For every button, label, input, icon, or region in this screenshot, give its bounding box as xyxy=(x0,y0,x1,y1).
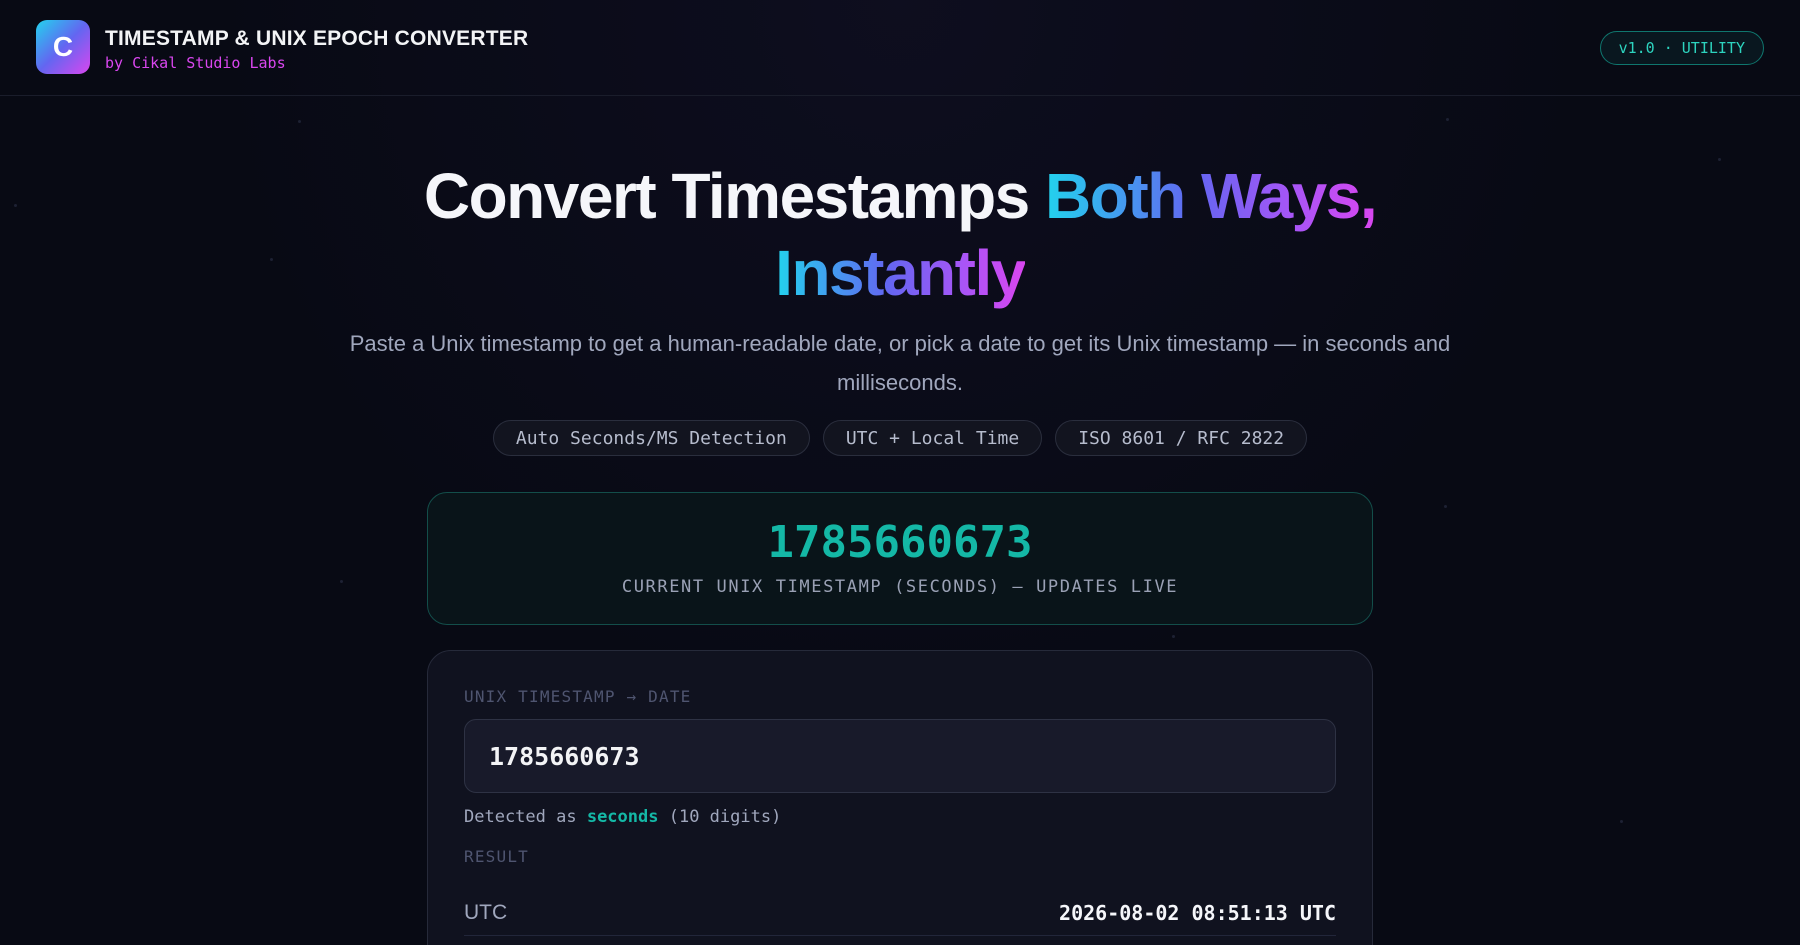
chip-utc-local: UTC + Local Time xyxy=(822,420,1043,456)
background-star xyxy=(298,120,301,123)
background-star xyxy=(1172,635,1175,638)
detected-unit: seconds xyxy=(586,807,659,827)
detection-info: Detected as seconds (10 digits) xyxy=(464,807,781,827)
feature-chips: Auto Seconds/MS Detection UTC + Local Ti… xyxy=(0,420,1800,456)
hero-title-part1: Convert Timestamps xyxy=(423,160,1046,232)
detected-suffix: (10 digits) xyxy=(658,807,782,827)
result-row-utc: UTC 2026-08-02 08:51:13 UTC xyxy=(464,895,1336,936)
app-title: TIMESTAMP & UNIX EPOCH CONVERTER xyxy=(105,27,529,50)
logo-letter: C xyxy=(52,31,74,62)
background-star xyxy=(1446,118,1449,121)
version-badge: v1.0 · UTILITY xyxy=(1599,31,1764,65)
detected-prefix: Detected as xyxy=(464,807,587,827)
background-star xyxy=(340,580,343,583)
timestamp-input[interactable] xyxy=(464,719,1336,793)
background-star xyxy=(1444,505,1447,508)
app-header: C TIMESTAMP & UNIX EPOCH CONVERTER by Ci… xyxy=(0,0,1800,96)
live-timestamp-caption: CURRENT UNIX TIMESTAMP (SECONDS) — UPDAT… xyxy=(621,577,1179,597)
live-timestamp-value: 1785660673 xyxy=(767,517,1033,568)
background-star xyxy=(1620,820,1623,823)
chip-auto-detection: Auto Seconds/MS Detection xyxy=(492,420,810,456)
hero-description: Paste a Unix timestamp to get a human-re… xyxy=(349,331,1451,395)
hero-title-highlight: Both Ways, xyxy=(1045,160,1378,232)
live-timestamp-panel: 1785660673 CURRENT UNIX TIMESTAMP (SECON… xyxy=(427,492,1373,625)
chip-iso-rfc: ISO 8601 / RFC 2822 xyxy=(1055,420,1308,456)
app-subtitle: by Cikal Studio Labs xyxy=(105,54,286,72)
section-label-timestamp-to-date: UNIX TIMESTAMP → DATE xyxy=(464,687,692,706)
result-label: RESULT xyxy=(464,847,529,866)
hero-title: Convert Timestamps Both Ways, Instantly xyxy=(0,158,1800,312)
timestamp-to-date-card: UNIX TIMESTAMP → DATE Detected as second… xyxy=(427,650,1373,945)
result-key: UTC xyxy=(464,901,508,924)
app-logo[interactable]: C xyxy=(36,20,90,74)
result-value[interactable]: 2026-08-02 08:51:13 UTC xyxy=(1059,901,1336,925)
hero-title-instantly: Instantly xyxy=(775,237,1026,309)
